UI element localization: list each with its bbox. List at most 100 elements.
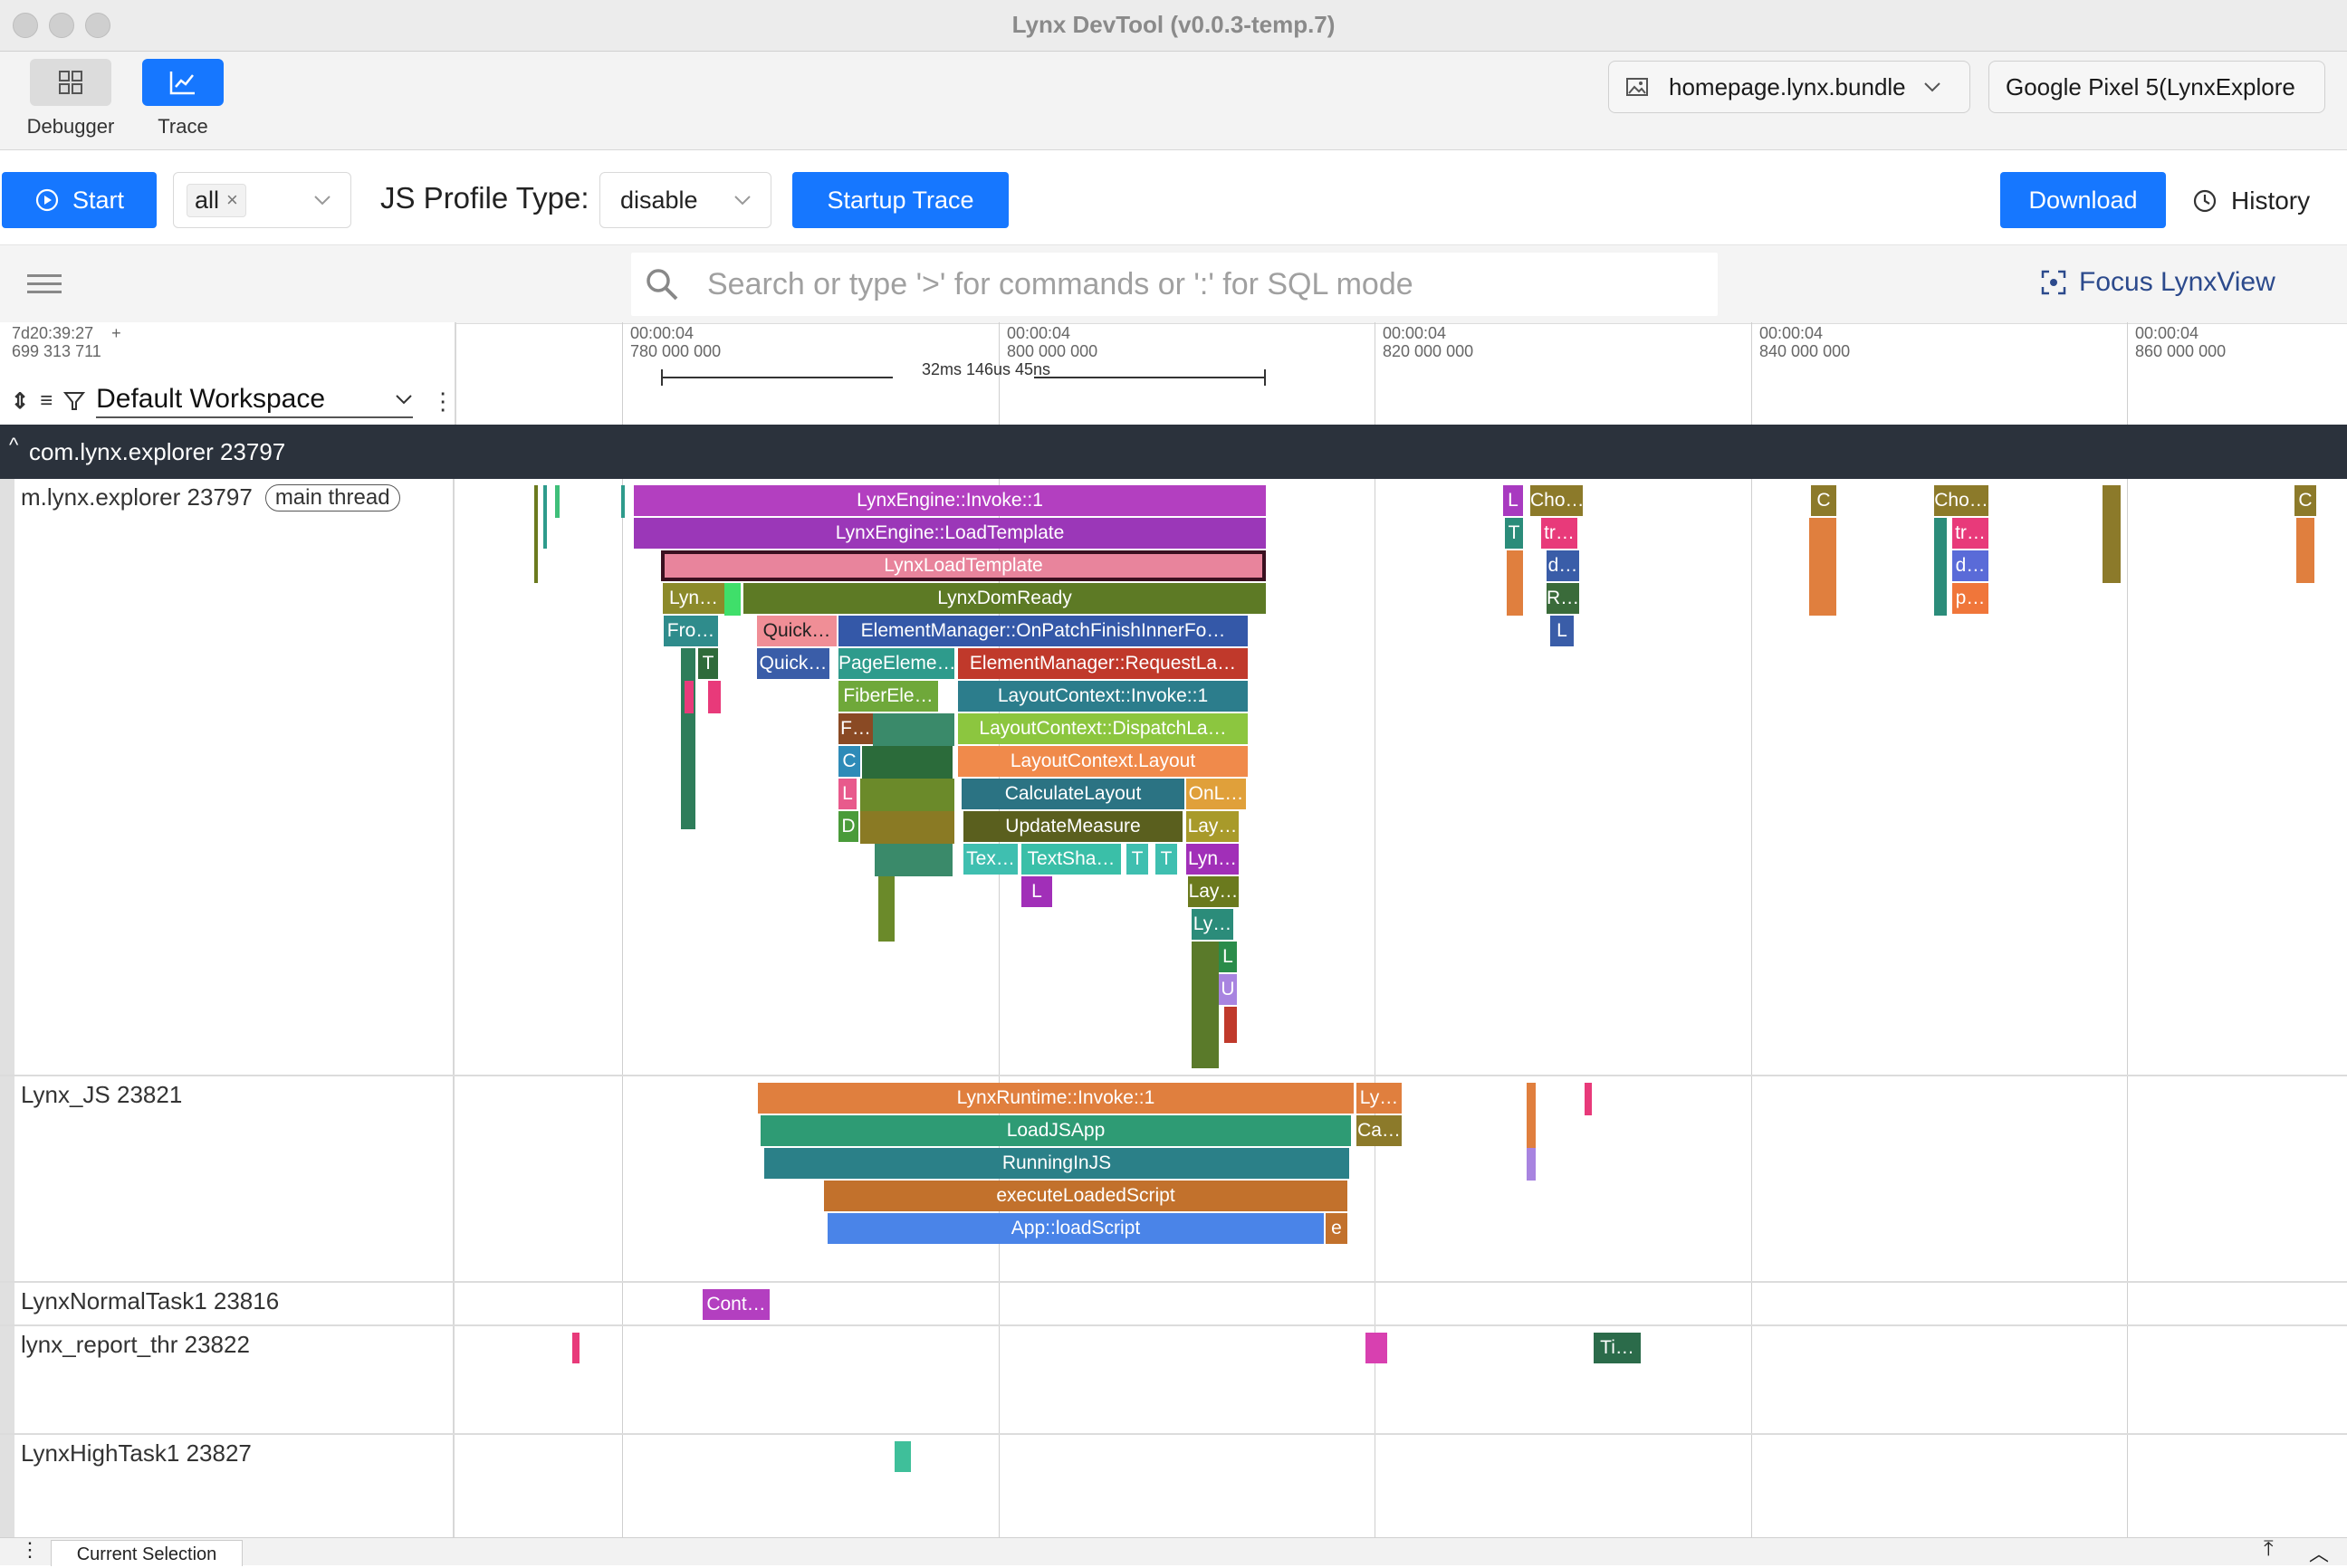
slice[interactable]: e	[1326, 1213, 1347, 1244]
slice[interactable]: p…	[1952, 583, 1988, 614]
slice[interactable]: T	[698, 648, 718, 679]
slice[interactable]: PageEleme…	[838, 648, 954, 679]
category-select[interactable]: all ×	[173, 172, 351, 228]
slice[interactable]: T	[1126, 844, 1148, 875]
slice[interactable]: Cho…	[1934, 485, 1988, 516]
slice[interactable]: LayoutContext.Layout	[958, 746, 1248, 777]
slice[interactable]: L	[1021, 876, 1052, 907]
slice[interactable]: Cho…	[1530, 485, 1583, 516]
slice[interactable]: ElementManager::RequestLa…	[958, 648, 1248, 679]
slice[interactable]: Lyn…	[1186, 844, 1239, 875]
history-button[interactable]: History	[2191, 186, 2310, 215]
slice[interactable]: RunningInJS	[764, 1148, 1349, 1179]
slice[interactable]: Lay…	[1186, 811, 1239, 842]
slice[interactable]: L	[1219, 942, 1237, 972]
more-options-icon[interactable]: ⋮	[431, 387, 455, 416]
collapse-caret-icon[interactable]: ^	[9, 434, 18, 457]
track-js[interactable]: Lynx_JS 23821	[21, 1081, 182, 1109]
download-label: Download	[2028, 186, 2138, 214]
slice[interactable]: C	[2294, 485, 2316, 516]
slice[interactable]: Lay…	[1188, 876, 1239, 907]
debugger-button[interactable]	[30, 59, 111, 106]
slice[interactable]: d…	[1952, 550, 1988, 581]
category-tag-label: all	[195, 186, 220, 214]
slice[interactable]: CalculateLayout	[962, 779, 1184, 809]
slice[interactable]: F…	[838, 713, 873, 744]
slice[interactable]: Tex…	[963, 844, 1018, 875]
slice[interactable]: Quick…	[757, 616, 837, 646]
collapse-panel-icon[interactable]: ︿	[2309, 1538, 2329, 1567]
slice[interactable]: Ly…	[1356, 1083, 1402, 1114]
slice[interactable]: ElementManager::OnPatchFinishInnerFo…	[838, 616, 1248, 646]
time-ruler: 00:00:04 780 000 000 00:00:04 800 000 000 …	[456, 322, 2347, 425]
slice[interactable]: LynxEngine::LoadTemplate	[634, 518, 1266, 549]
slice[interactable]: LynxRuntime::Invoke::1	[758, 1083, 1354, 1114]
slice[interactable]: d…	[1547, 550, 1579, 581]
slice[interactable]: Ly…	[1192, 909, 1233, 940]
workspace-select[interactable]: Default Workspace	[96, 384, 414, 418]
track-main[interactable]: m.lynx.explorer 23797 main thread	[21, 483, 400, 512]
collapse-all-icon[interactable]: ⇕	[11, 388, 29, 415]
omnibox-input[interactable]	[705, 265, 1687, 303]
track-high[interactable]: LynxHighTask1 23827	[21, 1439, 252, 1468]
slice[interactable]: FiberEle…	[838, 681, 938, 712]
current-selection-tab[interactable]: Current Selection	[51, 1540, 243, 1566]
slice-selected[interactable]: LynxLoadTemplate	[661, 550, 1266, 581]
drag-handle-icon[interactable]: ⋮	[20, 1538, 40, 1562]
slice[interactable]: D	[838, 811, 858, 842]
slice[interactable]: Fro…	[664, 616, 718, 646]
slice[interactable]: tr…	[1952, 518, 1988, 549]
slice[interactable]: Cont…	[703, 1289, 770, 1320]
slice[interactable]: U	[1219, 974, 1237, 1005]
focus-lynxview-button[interactable]: Focus LynxView	[2041, 267, 2275, 298]
bottom-panel-bar: ⋮ Current Selection ⤒ ︿	[0, 1536, 2347, 1567]
tick-label: 00:00:04 780 000 000	[630, 324, 722, 360]
hamburger-menu-icon[interactable]	[27, 272, 62, 301]
slice[interactable]: LynxEngine::Invoke::1	[634, 485, 1266, 516]
trace-button[interactable]	[142, 59, 224, 106]
slice[interactable]: L	[1550, 616, 1574, 646]
slice[interactable]: T	[1505, 518, 1523, 549]
slice[interactable]: UpdateMeasure	[963, 811, 1183, 842]
slice[interactable]: R…	[1547, 583, 1579, 614]
slice[interactable]: tr…	[1541, 518, 1577, 549]
slice[interactable]: C	[1811, 485, 1836, 516]
startup-trace-button[interactable]: Startup Trace	[792, 172, 1009, 228]
track-normal[interactable]: LynxNormalTask1 23816	[21, 1287, 279, 1315]
slice[interactable]: App::loadScript	[828, 1213, 1324, 1244]
workspace-name: Default Workspace	[96, 384, 326, 414]
slice[interactable]: LynxDomReady	[743, 583, 1266, 614]
process-header[interactable]: ^ com.lynx.explorer 23797	[0, 425, 2347, 479]
maximize-panel-icon[interactable]: ⤒	[2264, 1536, 2274, 1562]
slice[interactable]: Quick…	[757, 648, 829, 679]
sort-icon[interactable]: ≡	[40, 388, 53, 414]
slice[interactable]: C	[838, 746, 860, 777]
slice[interactable]: LoadJSApp	[761, 1115, 1351, 1146]
start-button[interactable]: Start	[2, 172, 157, 228]
slice[interactable]: executeLoadedScript	[824, 1181, 1347, 1211]
bundle-select[interactable]: homepage.lynx.bundle	[1608, 61, 1970, 113]
grid-line	[622, 479, 623, 1537]
slice[interactable]: T	[1155, 844, 1177, 875]
slice[interactable]: LayoutContext::DispatchLa…	[958, 713, 1248, 744]
tick-label: 00:00:04 840 000 000	[1759, 324, 1851, 360]
track-gutter	[0, 479, 14, 1537]
bundle-name: homepage.lynx.bundle	[1669, 72, 1906, 100]
js-profile-select[interactable]: disable	[599, 172, 771, 228]
slice-stripe	[873, 713, 954, 746]
download-button[interactable]: Download	[2000, 172, 2166, 228]
js-profile-value: disable	[620, 186, 698, 214]
slice[interactable]: L	[838, 779, 857, 809]
slice[interactable]: TextSha…	[1021, 844, 1121, 875]
slice[interactable]: Lyn…	[663, 583, 724, 614]
trace-controls-bar: Start all × JS Profile Type: disable Sta…	[0, 150, 2347, 252]
slice[interactable]: LayoutContext::Invoke::1	[958, 681, 1248, 712]
slice[interactable]: Ca…	[1356, 1115, 1402, 1146]
device-select[interactable]: Google Pixel 5(LynxExplore	[1988, 61, 2325, 113]
track-report[interactable]: lynx_report_thr 23822	[21, 1331, 250, 1359]
remove-tag-icon[interactable]: ×	[226, 188, 238, 212]
slice[interactable]: Ti…	[1594, 1333, 1641, 1363]
filter-icon[interactable]	[63, 390, 86, 412]
slice[interactable]: L	[1503, 485, 1523, 516]
slice[interactable]: OnL…	[1186, 779, 1246, 809]
